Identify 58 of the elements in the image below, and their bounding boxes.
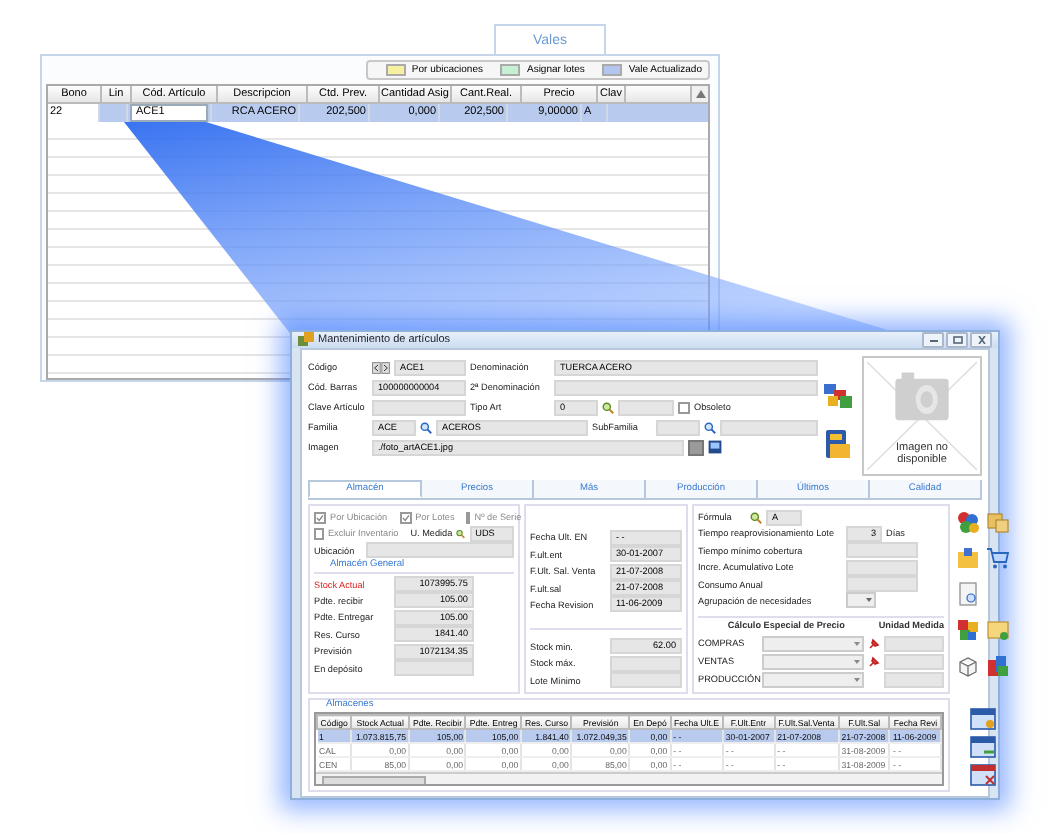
maximize-icon <box>951 336 963 344</box>
blocks-icon[interactable] <box>986 654 1010 678</box>
package-icon[interactable] <box>986 618 1010 642</box>
text-field[interactable] <box>720 419 818 435</box>
boxes-icon[interactable] <box>986 510 1010 534</box>
text-field[interactable] <box>610 655 682 672</box>
checkbox[interactable] <box>678 401 690 413</box>
text-field[interactable] <box>618 399 674 415</box>
checkbox[interactable] <box>314 511 326 523</box>
text-field[interactable] <box>846 576 918 593</box>
text-field[interactable] <box>372 399 466 415</box>
checkbox[interactable] <box>314 527 324 540</box>
maximize-button[interactable] <box>946 332 968 348</box>
pin-icon[interactable] <box>868 655 880 668</box>
caret-icon <box>854 677 860 682</box>
document-search-icon[interactable] <box>956 582 980 606</box>
checkbox[interactable] <box>399 511 412 523</box>
horizontal-scrollbar[interactable] <box>316 772 942 784</box>
caret-icon <box>854 659 860 664</box>
close-icon <box>975 336 987 344</box>
scroll-up-icon[interactable] <box>692 86 708 104</box>
text-field[interactable] <box>610 672 682 689</box>
text-field[interactable] <box>394 660 474 677</box>
table-icon[interactable] <box>970 764 996 786</box>
search-icon[interactable] <box>420 421 432 433</box>
checkbox[interactable] <box>466 511 471 523</box>
table-icon[interactable] <box>970 736 996 758</box>
text-field[interactable] <box>554 379 818 395</box>
minimize-button[interactable] <box>922 332 944 348</box>
search-icon[interactable] <box>750 511 762 523</box>
table-icon[interactable] <box>970 708 996 730</box>
search-icon[interactable] <box>704 421 716 433</box>
search-icon[interactable] <box>602 401 614 413</box>
pieces-icon[interactable] <box>824 384 852 408</box>
text-field[interactable] <box>846 542 918 559</box>
pieces-icon[interactable] <box>956 618 980 642</box>
pieces-icon[interactable] <box>956 510 980 534</box>
caret-icon <box>854 641 860 646</box>
text-field[interactable] <box>884 653 944 670</box>
navigation-icon[interactable] <box>372 361 390 373</box>
image-icon[interactable] <box>708 440 722 454</box>
text-field[interactable] <box>656 419 700 435</box>
minimize-icon <box>927 336 939 344</box>
app-icon <box>298 332 314 348</box>
caret-icon <box>866 598 872 603</box>
text-field[interactable] <box>884 671 944 688</box>
cart-icon[interactable] <box>986 546 1010 570</box>
search-icon[interactable] <box>456 527 466 540</box>
pin-icon[interactable] <box>868 637 880 650</box>
dropdown[interactable] <box>846 592 876 609</box>
text-field[interactable] <box>846 559 918 576</box>
close-button[interactable] <box>970 332 992 348</box>
database-icon[interactable] <box>824 428 852 460</box>
text-field[interactable] <box>366 542 514 559</box>
text-field[interactable] <box>884 635 944 652</box>
folder-icon[interactable] <box>956 546 980 570</box>
browse-button[interactable] <box>688 439 704 455</box>
cube-icon[interactable] <box>956 654 980 678</box>
